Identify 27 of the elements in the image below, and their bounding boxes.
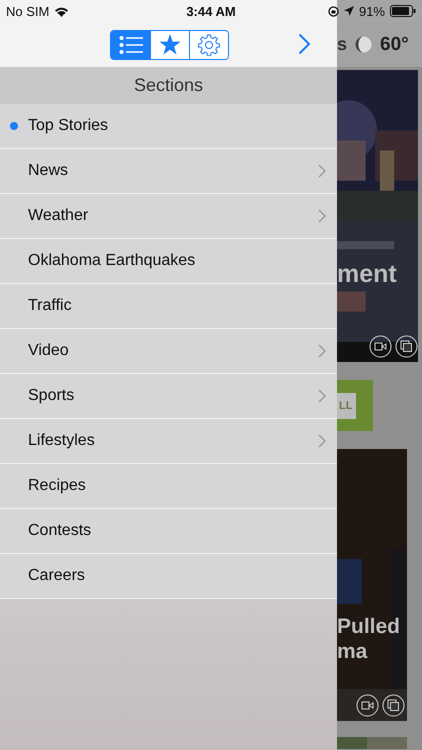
carrier: No SIM [6, 4, 50, 18]
rotation-lock-icon [328, 6, 339, 16]
list-icon [118, 34, 142, 54]
title-text: s [337, 34, 347, 55]
location-arrow-icon [344, 6, 354, 16]
story-headline: Pulled [337, 614, 400, 640]
settings-icon [198, 34, 220, 56]
story-headline: ma [337, 639, 368, 664]
video-camera-icon [356, 694, 379, 717]
star-icon [159, 34, 181, 55]
video-camera-icon [369, 335, 392, 358]
battery-percent: 91% [358, 4, 385, 18]
list-tab[interactable] [111, 30, 150, 58]
battery-icon [390, 5, 416, 17]
gallery-icon [382, 694, 405, 717]
moon-icon [355, 36, 372, 53]
forward-chevron-icon[interactable] [298, 33, 311, 55]
gear-tab[interactable] [189, 30, 228, 58]
gallery-icon [395, 335, 418, 358]
story-card[interactable]: Pulled ma [337, 449, 407, 721]
clock: 3:44 AM [186, 4, 236, 18]
story-card[interactable]: ment [337, 70, 418, 362]
temperature: 60° [380, 34, 409, 56]
star-tab[interactable] [150, 30, 189, 58]
wifi-icon [54, 6, 70, 16]
section-header: Sections [0, 67, 337, 104]
story-headline: ment [337, 260, 397, 289]
